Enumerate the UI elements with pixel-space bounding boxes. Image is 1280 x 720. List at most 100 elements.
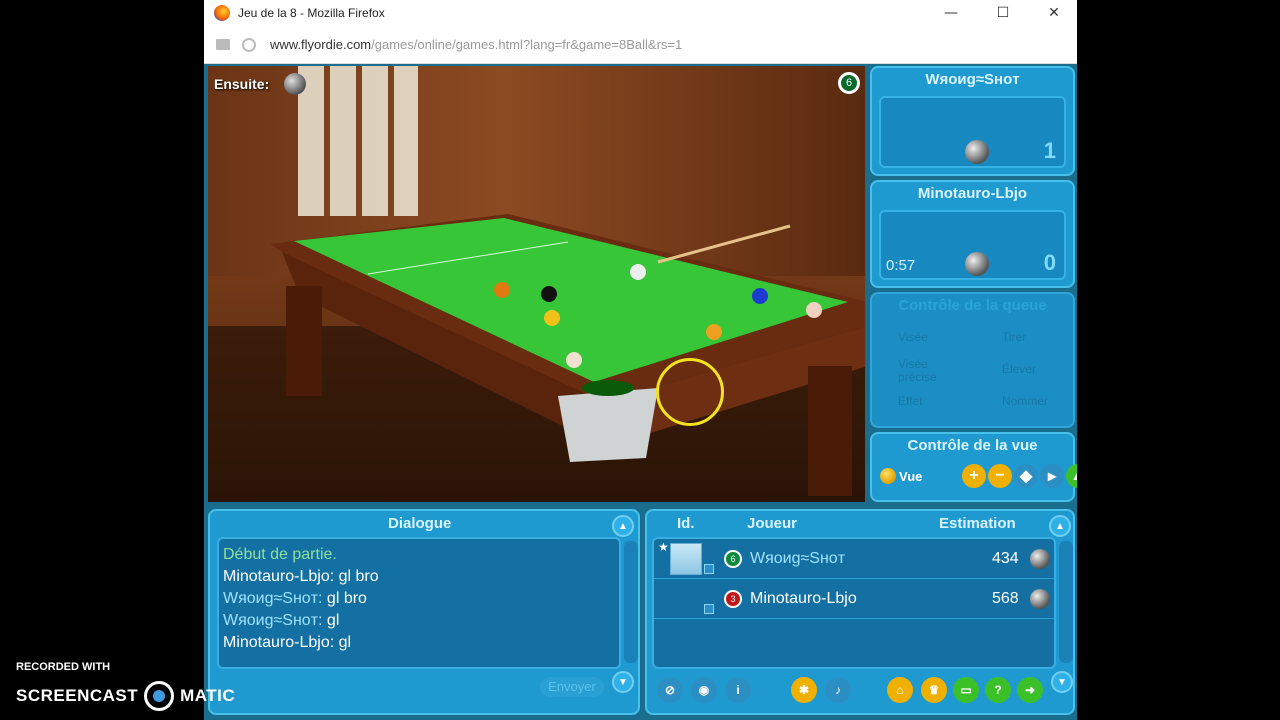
players-scrollbar[interactable] <box>1059 541 1073 663</box>
ball-striped-brown <box>566 352 582 368</box>
chat-line: Wяoиg≈Sнoт: gl <box>223 612 340 629</box>
pan-button[interactable]: ▸ <box>1040 464 1064 488</box>
radio-icon <box>880 468 896 484</box>
screen: Jeu de la 8 - Mozilla Firefox — ☐ ✕ www.… <box>0 0 1280 720</box>
block-icon[interactable]: ⊘ <box>657 677 683 703</box>
rank-ball-icon <box>1030 548 1050 569</box>
chat-line: Début de partie. <box>223 546 337 563</box>
screencast-brand-left: SCREENCAST <box>16 686 139 705</box>
aim-option[interactable]: Visée <box>898 330 928 344</box>
player1-score: 1 <box>1043 138 1056 163</box>
url-text[interactable]: www.flyordie.com/games/online/games.html… <box>270 37 682 52</box>
info-icon[interactable]: i <box>725 677 751 703</box>
trophy-icon[interactable]: ♛ <box>921 677 947 703</box>
site-info-icon[interactable] <box>242 37 256 52</box>
vue-toggle[interactable]: Vue <box>880 468 922 484</box>
players-scroll-down-icon[interactable]: ▼ <box>1051 671 1073 693</box>
cursor-highlight <box>656 358 724 426</box>
screencast-dot-icon <box>144 681 175 711</box>
rotate-button[interactable]: ◆ <box>1014 464 1038 488</box>
player2-box: 0:57 0 <box>879 210 1066 280</box>
ball-striped-red <box>806 302 822 318</box>
player2-ball-icon <box>965 252 989 276</box>
player2-timer: 0:57 <box>886 257 916 274</box>
sound-icon[interactable]: ♪ <box>825 677 851 703</box>
view-control-panel: Contrôle de la vue Vue + − ◆ ▸ ▲ <box>870 432 1077 502</box>
chat-log: Début de partie. Minotauro-Lbjo: gl bro … <box>217 537 621 669</box>
view-buttons: + − ◆ ▸ ▲ <box>962 464 1077 488</box>
chat-scroll-down-icon[interactable]: ▼ <box>612 671 634 693</box>
corner-ball-badge: 6 <box>838 72 860 94</box>
window-title: Jeu de la 8 - Mozilla Firefox <box>238 6 385 20</box>
firefox-window: Jeu de la 8 - Mozilla Firefox — ☐ ✕ www.… <box>204 0 1077 720</box>
screen-icon[interactable]: ▭ <box>953 677 979 703</box>
title-bar: Jeu de la 8 - Mozilla Firefox — ☐ ✕ <box>204 0 1077 26</box>
players-panel: Id. Joueur Estimation ▲ ★ 6 Wяoиg≈Sнoт 4… <box>645 509 1075 715</box>
screencast-brand-right: MATIC <box>180 686 236 705</box>
cue-ball[interactable] <box>630 264 646 280</box>
maximize-button[interactable]: ☐ <box>980 0 1026 26</box>
screencast-recorded-label: RECORDED WITH <box>16 661 111 673</box>
player-name: Wяoиg≈Sнoт <box>750 549 846 567</box>
chat-line: Minotauro-Lbjo: gl bro <box>223 568 379 585</box>
send-button[interactable]: Envoyer <box>540 677 604 697</box>
col-player[interactable]: Joueur <box>747 515 797 532</box>
close-button[interactable]: ✕ <box>1031 0 1077 26</box>
player2-name: Minotauro-Lbjo <box>917 185 1028 202</box>
player2-score: 0 <box>1043 250 1056 275</box>
spin-option[interactable]: Effet <box>898 394 922 408</box>
star-icon: ★ <box>658 540 669 554</box>
shoot-option[interactable]: Tirer <box>1002 330 1026 344</box>
shot-control-title: Contrôle de la queue <box>898 297 1047 314</box>
exit-icon[interactable]: ➜ <box>1017 677 1043 703</box>
ball-striped-orange <box>706 324 722 340</box>
screencast-logo: SCREENCAST MATIC <box>16 681 235 711</box>
name-pocket-option[interactable]: Nommer <box>1002 394 1048 408</box>
minimize-button[interactable]: — <box>928 0 974 26</box>
pool-scene[interactable]: Ensuite: 6 <box>208 66 865 502</box>
table-icon <box>704 564 714 574</box>
settings-icon[interactable]: ✱ <box>791 677 817 703</box>
chat-line: Wяoиg≈Sнoт: gl bro <box>223 590 367 607</box>
player2-panel: Minotauro-Lbjo 0:57 0 <box>870 180 1075 288</box>
col-rating[interactable]: Estimation <box>939 515 1016 532</box>
address-bar[interactable]: www.flyordie.com/games/online/games.html… <box>204 26 1077 64</box>
ball-orange <box>494 282 510 298</box>
help-icon[interactable]: ? <box>985 677 1011 703</box>
player-name: Minotauro-Lbjo <box>750 589 857 607</box>
player-rating: 568 <box>992 589 1019 607</box>
col-id: Id. <box>677 515 695 532</box>
ball-eight <box>541 286 557 302</box>
firefox-icon <box>214 5 230 21</box>
rank-ball-icon <box>1030 588 1050 609</box>
pool-table <box>270 214 865 496</box>
players-list: ★ 6 Wяoиg≈Sнoт 434 3 Minotauro-Lbjo 568 <box>652 537 1056 669</box>
player-row[interactable]: 3 Minotauro-Lbjo 568 <box>654 579 1054 619</box>
chat-scrollbar[interactable] <box>624 541 638 663</box>
profile-icon[interactable]: ◉ <box>691 677 717 703</box>
next-label: Ensuite: <box>214 76 270 92</box>
zoom-out-button[interactable]: − <box>988 464 1012 488</box>
precise-aim-option[interactable]: Visée précise <box>898 358 968 384</box>
ball-blue <box>752 288 768 304</box>
player1-name: Wяoиg≈Sнoт <box>925 71 1020 88</box>
player-ball-icon: 3 <box>724 589 742 608</box>
zoom-in-button[interactable]: + <box>962 464 986 488</box>
player1-box: 1 <box>879 96 1066 168</box>
top-view-button[interactable]: ▲ <box>1066 464 1077 488</box>
player1-ball-icon <box>965 140 989 164</box>
game-area: Ensuite: 6 Wяoиg≈Sнoт 1 Minotauro-Lbjo 0… <box>204 64 1077 720</box>
home-icon[interactable]: ⌂ <box>887 677 913 703</box>
player-row[interactable]: ★ 6 Wяoиg≈Sнoт 434 <box>654 539 1054 579</box>
players-scroll-up-icon[interactable]: ▲ <box>1049 515 1071 537</box>
chat-panel: Dialogue ▲ Début de partie. Minotauro-Lb… <box>208 509 640 715</box>
ball-yellow <box>544 310 560 326</box>
raise-option[interactable]: Élever <box>1002 362 1036 376</box>
avatar[interactable] <box>670 542 702 575</box>
shot-control-panel: Contrôle de la queue Visée Tirer Visée p… <box>870 292 1075 428</box>
page-icon <box>216 39 230 50</box>
chat-title: Dialogue <box>388 515 452 532</box>
chat-scroll-up-icon[interactable]: ▲ <box>612 515 634 537</box>
next-ball-icon <box>284 73 306 95</box>
chat-line: Minotauro-Lbjo: gl <box>223 634 352 651</box>
